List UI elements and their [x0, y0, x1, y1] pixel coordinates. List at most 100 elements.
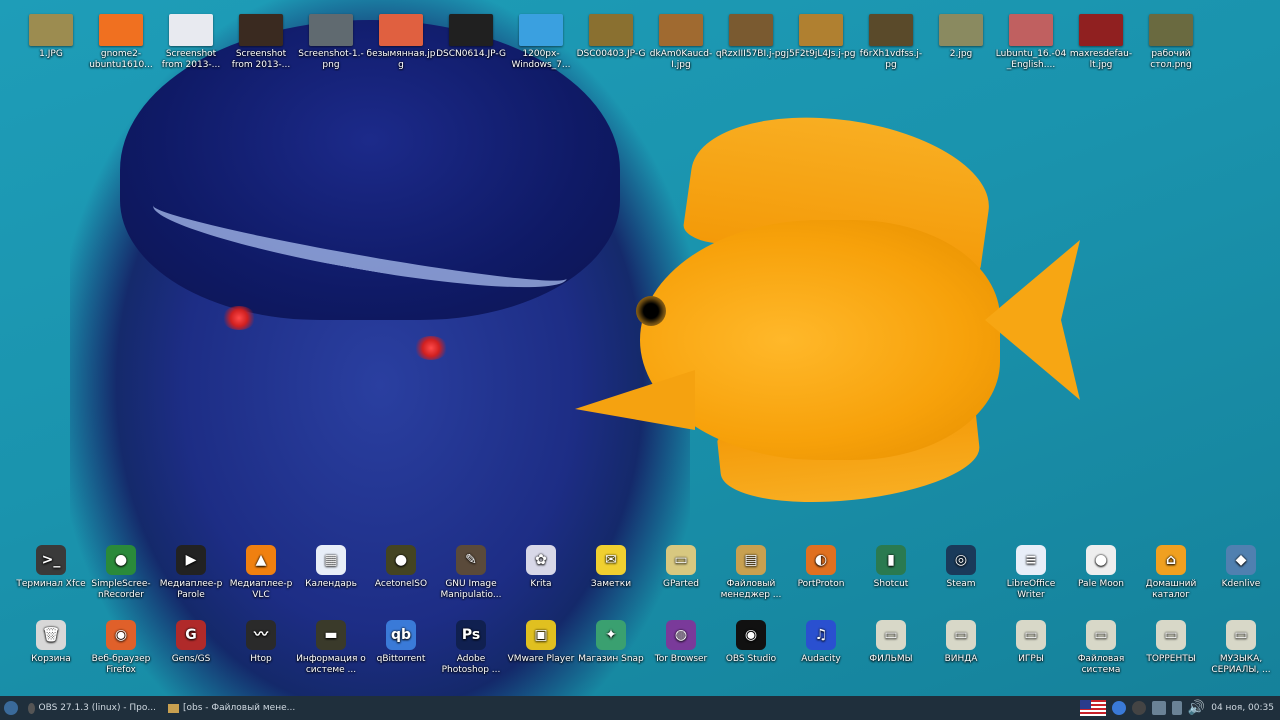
desktop-launcher-icon[interactable]: ✦ Магазин Snap — [575, 620, 647, 665]
desktop-launcher-icon[interactable]: ◍ Tor Browser — [645, 620, 717, 665]
parole-icon: ▶ — [176, 545, 206, 575]
system-tray: 🔊 04 ноя, 00:35 — [1079, 700, 1280, 716]
desktop-file-icon[interactable]: f6rXh1vdfss.j-pg — [855, 14, 927, 71]
desktop-launcher-icon[interactable]: ▭ ИГРЫ — [995, 620, 1067, 665]
icon-label: qBittorrent — [376, 654, 426, 664]
icon-label: ФИЛЬМЫ — [869, 654, 913, 664]
icon-label: Медиаплее-р Parole — [159, 579, 223, 600]
desktop-launcher-icon[interactable]: ▣ VMware Player — [505, 620, 577, 665]
image-thumbnail-icon — [309, 14, 353, 46]
desktop-launcher-icon[interactable]: ▭ ФИЛЬМЫ — [855, 620, 927, 665]
image-thumbnail-icon — [1149, 14, 1193, 46]
desktop-file-icon[interactable]: Screenshot-1.-png — [295, 14, 367, 71]
folder-icon — [168, 703, 179, 713]
gparted-icon: ▭ — [666, 545, 696, 575]
desktop-file-icon[interactable]: dkAm0Kaucd-I.jpg — [645, 14, 717, 71]
desktop-file-icon[interactable]: безымянная.jpg — [365, 14, 437, 71]
icon-label: Файловая система — [1077, 654, 1125, 675]
icon-label: PortProton — [797, 579, 845, 589]
desktop-launcher-icon[interactable]: ≡ LibreOffice Writer — [995, 545, 1067, 601]
desktop-file-icon[interactable]: qRzxIII57BI.j-pg — [715, 14, 787, 60]
desktop-launcher-icon[interactable]: qb qBittorrent — [365, 620, 437, 665]
icon-label: Медиаплее-р VLC — [229, 579, 293, 600]
desktop-file-icon[interactable]: maxresdefau-lt.jpg — [1065, 14, 1137, 71]
desktop-launcher-icon[interactable]: ▤ Файловый менеджер ... — [715, 545, 787, 601]
drive-icon: ▭ — [1016, 620, 1046, 650]
desktop-launcher-icon[interactable]: ✿ Krita — [505, 545, 577, 590]
desktop-launcher-icon[interactable]: 🗑 Корзина — [15, 620, 87, 665]
icon-label: ТОРРЕНТЫ — [1146, 654, 1196, 664]
icon-label: МУЗЫКА, СЕРИАЛЫ, ... — [1211, 654, 1271, 675]
desktop-launcher-icon[interactable]: ● SimpleScree-nRecorder — [85, 545, 157, 601]
desktop-launcher-icon[interactable]: ● Pale Moon — [1065, 545, 1137, 590]
desktop-launcher-icon[interactable]: ◐ PortProton — [785, 545, 857, 590]
desktop-launcher-icon[interactable]: ▶ Медиаплее-р Parole — [155, 545, 227, 601]
qbittorrent-tray-icon[interactable] — [1111, 701, 1126, 715]
trash-icon: 🗑 — [36, 620, 66, 650]
desktop-launcher-icon[interactable]: ▭ ВИНДА — [925, 620, 997, 665]
desktop-launcher-icon[interactable]: ◉ Веб-браузер Firefox — [85, 620, 157, 676]
icon-label: dkAm0Kaucd-I.jpg — [649, 49, 713, 70]
desktop-file-icon[interactable]: DSC00403.JP-G — [575, 14, 647, 60]
simplescreenrecorder-icon: ● — [106, 545, 136, 575]
menu-button[interactable] — [0, 698, 22, 718]
icon-label: DSCN0614.JP-G — [436, 49, 506, 59]
desktop-launcher-icon[interactable]: G Gens/GS — [155, 620, 227, 665]
desktop-launcher-icon[interactable]: ▭ Файловая система — [1065, 620, 1137, 676]
taskbar-button-obs[interactable]: OBS 27.1.3 (linux) - Про... — [22, 698, 162, 718]
obs-icon — [28, 702, 35, 714]
desktop-launcher-icon[interactable]: ▬ Информация о системе ... — [295, 620, 367, 676]
desktop-launcher-icon[interactable]: ◎ Steam — [925, 545, 997, 590]
keyboard-layout-flag-icon[interactable] — [1079, 700, 1106, 716]
taskbar-button-file-manager[interactable]: [obs - Файловый мене... — [162, 698, 302, 718]
kdenlive-icon: ◆ — [1226, 545, 1256, 575]
network-icon[interactable] — [1151, 701, 1166, 715]
desktop-launcher-icon[interactable]: Ps Adobe Photoshop ... — [435, 620, 507, 676]
obs-tray-icon[interactable] — [1131, 701, 1146, 715]
desktop-launcher-icon[interactable]: ▦ Календарь — [295, 545, 367, 590]
desktop-launcher-icon[interactable]: ✉ Заметки — [575, 545, 647, 590]
image-thumbnail-icon — [659, 14, 703, 46]
volume-icon[interactable]: 🔊 — [1188, 700, 1205, 716]
desktop-launcher-icon[interactable]: >_ Терминал Xfce — [15, 545, 87, 590]
desktop-file-icon[interactable]: 2.jpg — [925, 14, 997, 60]
desktop-launcher-icon[interactable]: ▭ МУЗЫКА, СЕРИАЛЫ, ... — [1205, 620, 1277, 676]
image-thumbnail-icon — [519, 14, 563, 46]
battery-icon[interactable] — [1171, 701, 1182, 715]
icon-label: ИГРЫ — [1018, 654, 1044, 664]
wallpaper-red-eye — [222, 306, 256, 330]
wallpaper-fish-tail — [985, 240, 1080, 400]
desktop-file-icon[interactable]: 1.JPG — [15, 14, 87, 60]
libreoffice-writer-icon: ≡ — [1016, 545, 1046, 575]
desktop-launcher-icon[interactable]: ▮ Shotcut — [855, 545, 927, 590]
drive-icon: ▭ — [1086, 620, 1116, 650]
desktop-launcher-icon[interactable]: ◆ Kdenlive — [1205, 545, 1277, 590]
desktop-file-icon[interactable]: gnome2-ubuntu1610... — [85, 14, 157, 71]
desktop-file-icon[interactable]: 1200px-Windows_7... — [505, 14, 577, 71]
desktop-launcher-icon[interactable]: ✎ GNU Image Manipulatio... — [435, 545, 507, 601]
image-thumbnail-icon — [939, 14, 983, 46]
desktop-launcher-icon[interactable]: ◉ OBS Studio — [715, 620, 787, 665]
desktop-launcher-icon[interactable]: 〰 Htop — [225, 620, 297, 665]
desktop-file-icon[interactable]: Lubuntu_16.-04_English.... — [995, 14, 1067, 71]
desktop-launcher-icon[interactable]: ▲ Медиаплее-р VLC — [225, 545, 297, 601]
icon-label: Screenshot from 2013-... — [231, 49, 291, 70]
desktop-launcher-icon[interactable]: ♫ Audacity — [785, 620, 857, 665]
photoshop-icon: Ps — [456, 620, 486, 650]
clock[interactable]: 04 ноя, 00:35 — [1211, 703, 1274, 713]
desktop-file-icon[interactable]: DSCN0614.JP-G — [435, 14, 507, 60]
desktop-file-icon[interactable]: Screenshot from 2013-... — [225, 14, 297, 71]
image-thumbnail-icon — [239, 14, 283, 46]
desktop-launcher-icon[interactable]: ▭ GParted — [645, 545, 717, 590]
icon-label: DSC00403.JP-G — [576, 49, 646, 59]
icon-label: Домашний каталог — [1145, 579, 1197, 600]
icon-label: Корзина — [31, 654, 71, 664]
desktop-launcher-icon[interactable]: ● AcetoneISO — [365, 545, 437, 590]
desktop-launcher-icon[interactable]: ▭ ТОРРЕНТЫ — [1135, 620, 1207, 665]
desktop-file-icon[interactable]: рабочий стол.png — [1135, 14, 1207, 71]
desktop-launcher-icon[interactable]: ⌂ Домашний каталог — [1135, 545, 1207, 601]
desktop-file-icon[interactable]: Screenshot from 2013-... — [155, 14, 227, 71]
desktop-file-icon[interactable]: j5F2t9jL4Js.j-pg — [785, 14, 857, 60]
icon-label: Gens/GS — [171, 654, 211, 664]
notes-icon: ✉ — [596, 545, 626, 575]
